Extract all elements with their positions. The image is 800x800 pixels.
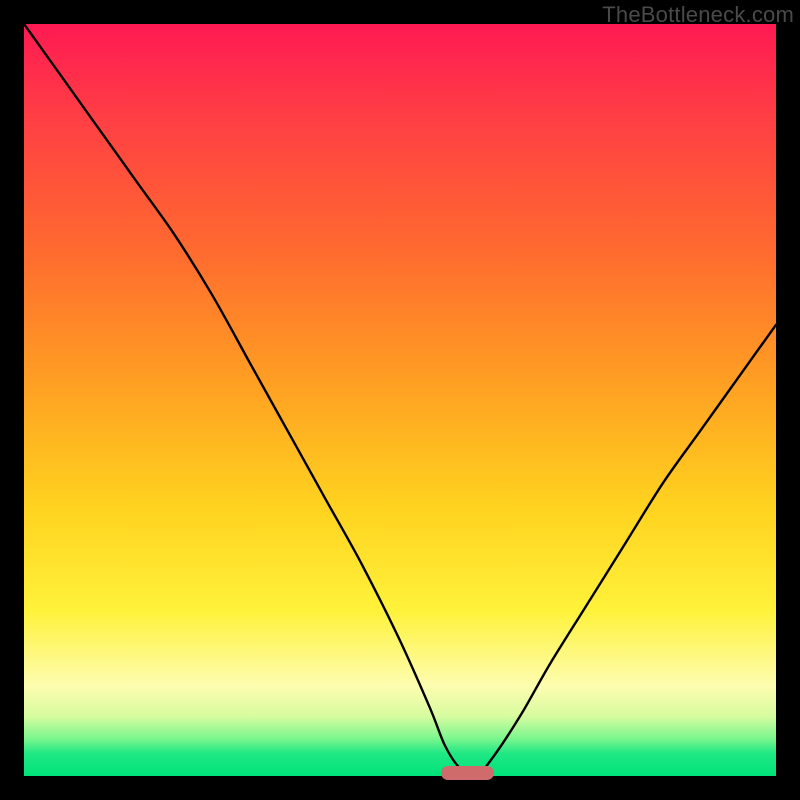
curve-path [24,24,776,776]
optimal-marker [441,766,494,780]
chart-frame: TheBottleneck.com [0,0,800,800]
bottleneck-curve [24,24,776,776]
plot-area [24,24,776,776]
